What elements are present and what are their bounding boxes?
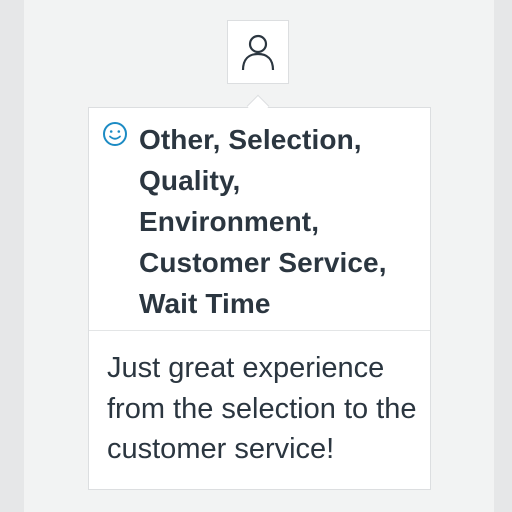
- review-comment: Just great experience from the selection…: [107, 352, 417, 465]
- review-tags: Other, Selection, Quality, Environment, …: [139, 124, 387, 319]
- avatar: [227, 20, 289, 84]
- user-icon: [241, 34, 275, 71]
- review-card: Other, Selection, Quality, Environment, …: [88, 107, 431, 490]
- review-tags-section: Other, Selection, Quality, Environment, …: [89, 108, 430, 331]
- smiley-icon: [103, 122, 127, 146]
